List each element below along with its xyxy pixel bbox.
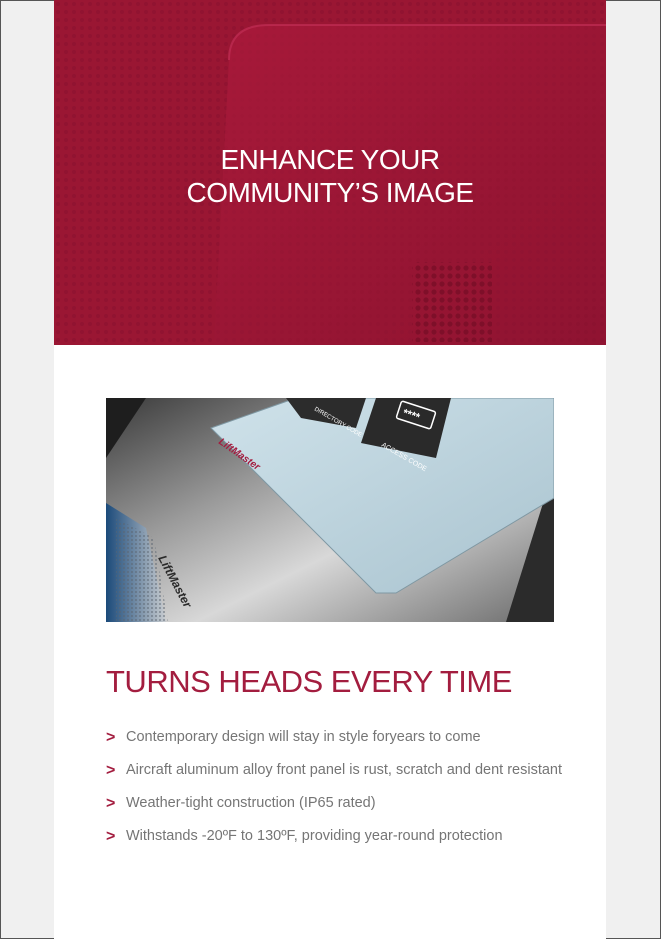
chevron-right-icon: > xyxy=(106,729,116,746)
section-headline: TURNS HEADS EVERY TIME xyxy=(106,664,512,699)
feature-text: Aircraft aluminum alloy front panel is r… xyxy=(126,762,562,778)
feature-item: > Weather-tight construction (IP65 rated… xyxy=(106,794,576,813)
feature-item: > Aircraft aluminum alloy front panel is… xyxy=(106,761,576,780)
product-photo: **** ACCESS CODE DIRECTORY CODE LiftMast… xyxy=(106,398,554,622)
email-page: ENHANCE YOUR COMMUNITY’S IMAGE **** ACCE… xyxy=(54,0,606,939)
hero-title-line-1: ENHANCE YOUR xyxy=(220,144,440,175)
feature-item: > Withstands -20ºF to 130ºF, providing y… xyxy=(106,827,576,846)
feature-text: Weather-tight construction (IP65 rated) xyxy=(126,795,376,811)
feature-list: > Contemporary design will stay in style… xyxy=(106,728,576,846)
chevron-right-icon: > xyxy=(106,762,116,779)
hero-banner: ENHANCE YOUR COMMUNITY’S IMAGE xyxy=(54,0,606,345)
chevron-right-icon: > xyxy=(106,795,116,812)
chevron-right-icon: > xyxy=(106,828,116,845)
feature-item: > Contemporary design will stay in style… xyxy=(106,728,576,747)
feature-text: Withstands -20ºF to 130ºF, providing yea… xyxy=(126,828,503,844)
hero-title: ENHANCE YOUR COMMUNITY’S IMAGE xyxy=(54,143,606,209)
feature-text: Contemporary design will stay in style f… xyxy=(126,729,481,745)
hero-title-line-2: COMMUNITY’S IMAGE xyxy=(186,177,474,208)
